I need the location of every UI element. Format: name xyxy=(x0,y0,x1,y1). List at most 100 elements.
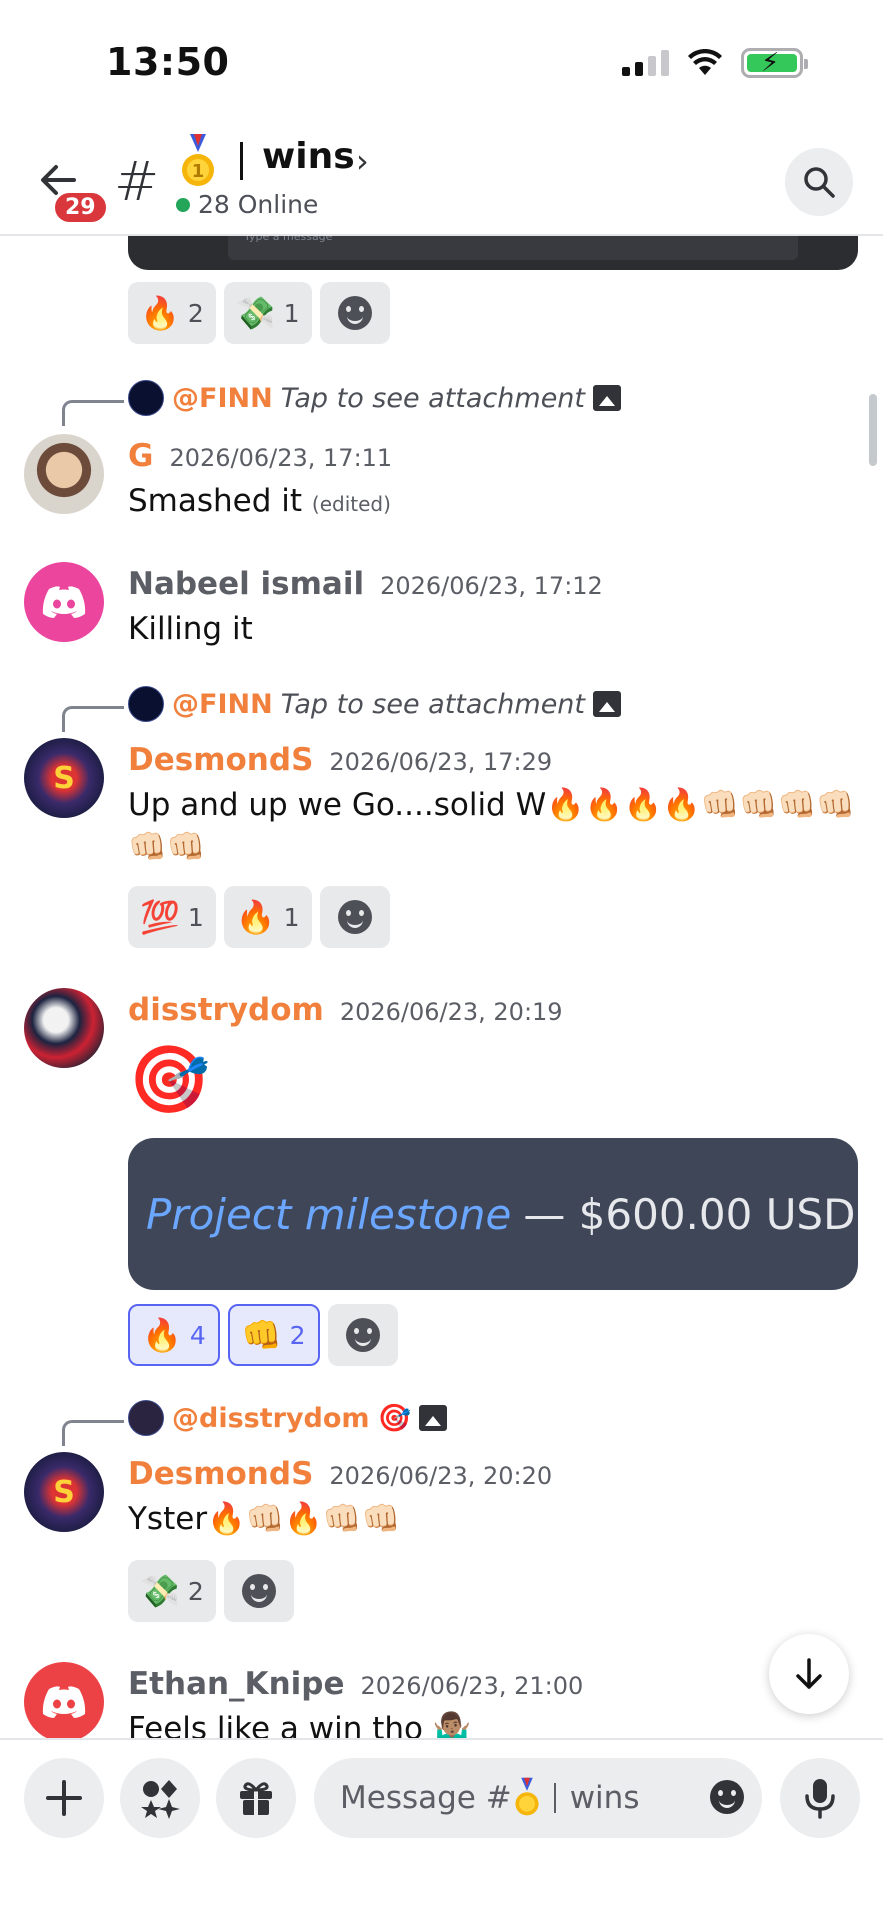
message-text: Up and up we Go....solid W🔥🔥🔥🔥👊🏻👊🏻👊🏻👊🏻👊🏻… xyxy=(128,787,856,865)
add-reaction-icon xyxy=(337,296,372,330)
message-header: G 2026/06/23, 17:11 xyxy=(128,438,392,474)
reply-preview[interactable]: @FINN Tap to see attachment xyxy=(128,686,622,722)
reply-avatar xyxy=(128,686,164,722)
avatar[interactable] xyxy=(24,562,104,642)
edited-label: (edited) xyxy=(311,492,391,516)
embed-image-input-preview: Type a message xyxy=(228,236,798,260)
embed-amount: — $600.00 USD xyxy=(523,1189,856,1239)
apps-icon xyxy=(141,1780,180,1819)
avatar[interactable] xyxy=(24,988,104,1068)
unread-badge: 29 xyxy=(52,190,109,225)
timestamp: 2026/06/23, 21:00 xyxy=(360,1672,584,1700)
username[interactable]: Ethan_Knipe xyxy=(128,1666,345,1702)
reply-mention[interactable]: @FINN xyxy=(172,383,273,414)
reply-preview[interactable]: @disstrydom 🎯 xyxy=(128,1400,448,1436)
reply-connector xyxy=(62,706,124,732)
add-reaction-button[interactable] xyxy=(319,282,390,344)
message-header: Nabeel ismail 2026/06/23, 17:12 xyxy=(128,566,603,602)
clock: 13:50 xyxy=(106,40,230,84)
username[interactable]: DesmondS xyxy=(128,742,313,778)
timestamp: 2026/06/23, 17:11 xyxy=(169,444,393,472)
reply-connector xyxy=(62,400,124,426)
voice-message-button[interactable] xyxy=(780,1758,860,1838)
timestamp: 2026/06/23, 20:20 xyxy=(329,1462,553,1490)
add-reaction-button[interactable] xyxy=(327,1304,398,1366)
reaction-hundred[interactable]: 💯 1 xyxy=(128,886,216,948)
input-placeholder-prefix: Message # xyxy=(340,1780,512,1816)
svg-text:1: 1 xyxy=(192,161,205,182)
channel-header: 29 # 1 wins › 28 Online xyxy=(0,120,883,236)
reaction-bar: 💯 1 🔥 1 xyxy=(128,886,390,948)
plus-icon xyxy=(46,1780,82,1816)
reply-connector xyxy=(62,1420,124,1446)
image-icon xyxy=(593,385,622,411)
apps-button[interactable] xyxy=(120,1758,200,1838)
message-header: DesmondS 2026/06/23, 20:20 xyxy=(128,1456,552,1492)
timestamp: 2026/06/23, 17:12 xyxy=(380,572,603,600)
image-icon xyxy=(593,691,622,717)
reply-mention[interactable]: @FINN xyxy=(172,689,273,720)
channel-hash-icon: # xyxy=(114,150,160,213)
username[interactable]: G xyxy=(128,438,153,474)
separator xyxy=(553,1783,556,1813)
avatar[interactable]: S xyxy=(24,1452,104,1532)
medal-emoji-icon xyxy=(515,1777,539,1816)
message-header: disstrydom 2026/06/23, 20:19 xyxy=(128,992,563,1028)
avatar[interactable] xyxy=(24,1662,104,1738)
timestamp: 2026/06/23, 17:29 xyxy=(329,748,553,776)
gift-icon xyxy=(240,1782,272,1815)
reply-avatar xyxy=(128,1400,164,1436)
avatar[interactable] xyxy=(24,434,104,514)
reply-preview[interactable]: @FINN Tap to see attachment xyxy=(128,380,622,416)
emoji-picker-icon[interactable] xyxy=(710,1780,744,1814)
jump-to-latest-button[interactable] xyxy=(769,1634,849,1714)
username[interactable]: Nabeel ismail xyxy=(128,566,364,602)
message-input[interactable]: Message # wins xyxy=(314,1758,762,1838)
separator xyxy=(240,142,243,180)
add-reaction-button[interactable] xyxy=(223,1560,294,1622)
arrow-down-icon xyxy=(796,1658,822,1689)
online-count: 28 Online xyxy=(176,190,318,219)
avatar[interactable]: S xyxy=(24,738,104,818)
payment-embed[interactable]: Project milestone — $600.00 USD xyxy=(128,1138,858,1290)
message-emoji: 🎯 xyxy=(128,1041,211,1118)
image-icon xyxy=(419,1405,448,1431)
username[interactable]: disstrydom xyxy=(128,992,324,1028)
chevron-right-icon[interactable]: › xyxy=(356,142,369,180)
reply-text: Tap to see attachment xyxy=(280,688,586,720)
discord-logo-icon xyxy=(42,586,86,618)
search-icon xyxy=(804,167,835,198)
message-text: Yster🔥👊🏻🔥👊🏻👊🏻 xyxy=(128,1501,401,1537)
reaction-fire[interactable]: 🔥 4 xyxy=(128,1304,220,1366)
message-list: Type a message 🔥 2 💸 1 @FINN Tap to see at… xyxy=(0,236,883,1738)
message-text: Smashed it (edited) xyxy=(128,483,391,519)
reaction-bar: 🔥 4 👊 2 xyxy=(128,1304,398,1366)
attach-button[interactable] xyxy=(24,1758,104,1838)
reaction-bar: 🔥 2 💸 1 xyxy=(128,282,390,344)
reply-mention[interactable]: @disstrydom xyxy=(172,1403,370,1434)
add-reaction-icon xyxy=(337,900,372,934)
add-reaction-icon xyxy=(345,1318,380,1352)
search-button[interactable] xyxy=(785,148,853,216)
message-text: Killing it xyxy=(128,611,253,647)
gift-button[interactable] xyxy=(216,1758,296,1838)
channel-title[interactable]: wins xyxy=(262,136,355,177)
reaction-money[interactable]: 💸 2 xyxy=(128,1560,216,1622)
embed-image-partial[interactable]: Type a message xyxy=(128,236,858,270)
reaction-fire[interactable]: 🔥 1 xyxy=(223,886,312,948)
add-reaction-icon xyxy=(241,1574,276,1608)
reaction-money[interactable]: 💸 1 xyxy=(223,282,312,344)
reply-avatar xyxy=(128,380,164,416)
discord-logo-icon xyxy=(42,1686,86,1718)
message-header: Ethan_Knipe 2026/06/23, 21:00 xyxy=(128,1666,583,1702)
cellular-signal-icon xyxy=(622,50,669,76)
embed-link[interactable]: Project milestone xyxy=(146,1190,511,1239)
status-bar: 13:50 ⚡ xyxy=(0,0,883,120)
input-placeholder-channel: wins xyxy=(569,1780,640,1816)
reaction-fist[interactable]: 👊 2 xyxy=(227,1304,320,1366)
add-reaction-button[interactable] xyxy=(319,886,390,948)
reaction-bar: 💸 2 xyxy=(128,1560,294,1622)
username[interactable]: DesmondS xyxy=(128,1456,313,1492)
reaction-fire[interactable]: 🔥 2 xyxy=(128,282,216,344)
microphone-icon xyxy=(805,1779,835,1819)
